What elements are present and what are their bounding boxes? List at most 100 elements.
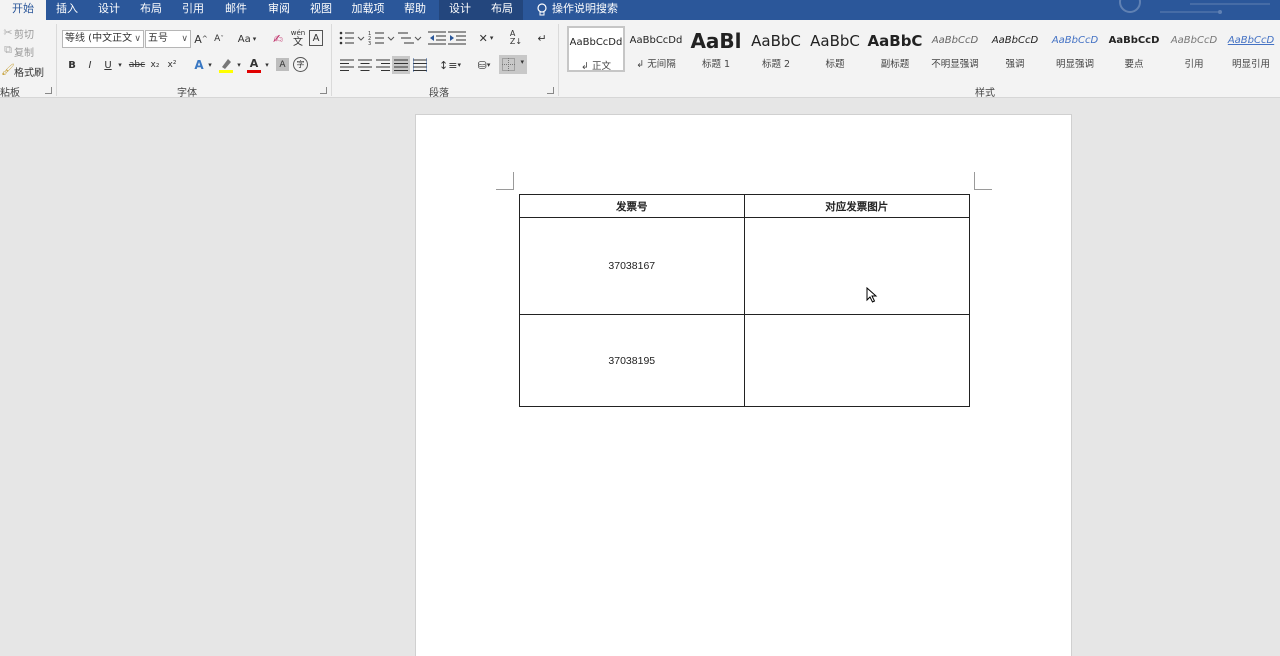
paragraph-launcher-icon[interactable] bbox=[547, 87, 554, 94]
group-separator bbox=[331, 24, 332, 96]
style-intense-quote[interactable]: AaBbCcD 明显引用 bbox=[1224, 26, 1278, 72]
character-border-icon: A bbox=[312, 32, 320, 44]
style-normal[interactable]: AaBbCcDd ↲ 正文 bbox=[567, 26, 625, 72]
style-name: 明显引用 bbox=[1231, 59, 1270, 70]
tab-view[interactable]: 视图 bbox=[301, 0, 341, 20]
italic-button[interactable]: I bbox=[84, 57, 96, 73]
invoice-table: 发票号 对应发票图片 37038167 37038195 bbox=[519, 194, 971, 407]
enclose-characters-icon: 字 bbox=[296, 60, 305, 69]
style-title[interactable]: AaBbC 标题 bbox=[806, 26, 864, 72]
underline-dropdown-icon[interactable]: ▾ bbox=[116, 57, 124, 73]
style-name: ↲ 无间隔 bbox=[636, 59, 676, 70]
justify-button[interactable] bbox=[392, 56, 410, 74]
style-sample: AaBbCcDd bbox=[629, 35, 683, 46]
style-no-spacing[interactable]: AaBbCcDd ↲ 无间隔 bbox=[627, 26, 685, 72]
align-right-icon[interactable] bbox=[376, 58, 390, 72]
superscript-button[interactable]: x² bbox=[165, 57, 179, 73]
clear-formatting-icon[interactable]: ✍ bbox=[270, 30, 286, 48]
shading-icon[interactable]: ⛁ ▾ bbox=[472, 57, 496, 73]
bold-button[interactable]: B bbox=[66, 57, 78, 73]
chevron-down-icon: ∨ bbox=[134, 34, 141, 44]
paragraph-group-label: 段落 bbox=[429, 88, 449, 99]
text-effects-icon: A bbox=[194, 58, 204, 72]
style-strong[interactable]: AaBbCcD 要点 bbox=[1105, 26, 1163, 72]
copy-button[interactable]: 复制 bbox=[14, 44, 34, 59]
borders-button[interactable]: ▾ bbox=[499, 55, 527, 74]
line-spacing-icon[interactable]: ↕≡ ▾ bbox=[438, 57, 462, 73]
tab-mailings[interactable]: 邮件 bbox=[216, 0, 256, 20]
style-intense-emphasis[interactable]: AaBbCcD 明显强调 bbox=[1046, 26, 1104, 72]
sort-icon[interactable]: A Z↓ bbox=[508, 28, 524, 48]
increase-indent-icon[interactable] bbox=[448, 30, 466, 46]
clipboard-launcher-icon[interactable] bbox=[45, 87, 52, 94]
font-group-label: 字体 bbox=[177, 88, 197, 99]
header-invoice-number[interactable]: 发票号 bbox=[519, 194, 745, 218]
invoice-image-cell[interactable] bbox=[743, 217, 971, 315]
invoice-number-cell[interactable]: 37038195 bbox=[519, 314, 745, 407]
tab-addins[interactable]: 加载项 bbox=[344, 0, 392, 20]
cut-button[interactable]: 剪切 bbox=[14, 26, 34, 41]
tab-review[interactable]: 审阅 bbox=[259, 0, 299, 20]
tab-table-design[interactable]: 设计 bbox=[439, 0, 481, 20]
font-size-combo[interactable]: 五号 ∨ bbox=[145, 30, 191, 48]
subscript-button[interactable]: x₂ bbox=[148, 57, 162, 73]
tab-layout[interactable]: 布局 bbox=[132, 0, 170, 20]
underline-button[interactable]: U bbox=[102, 57, 114, 73]
format-painter-button[interactable]: 格式刷 bbox=[14, 64, 44, 79]
ribbon-decoration-icon bbox=[1119, 0, 1270, 14]
chevron-down-icon: ∨ bbox=[181, 34, 188, 44]
style-subtitle[interactable]: AaBbC 副标题 bbox=[866, 26, 924, 72]
character-shading-button[interactable]: A bbox=[276, 58, 289, 71]
align-left-icon[interactable] bbox=[340, 58, 354, 72]
strikethrough-button[interactable]: abc bbox=[128, 57, 146, 73]
character-border-button[interactable]: A bbox=[309, 30, 323, 46]
tell-me-search[interactable]: 操作说明搜索 bbox=[552, 0, 624, 20]
shrink-font-button[interactable]: Aˇ bbox=[212, 30, 226, 48]
enclose-characters-button[interactable]: 字 bbox=[293, 57, 308, 72]
numbering-icon[interactable]: 123 bbox=[368, 30, 396, 46]
tab-references[interactable]: 引用 bbox=[174, 0, 212, 20]
chinese-layout-icon[interactable]: ✕ ▾ bbox=[474, 30, 498, 46]
svg-text:3: 3 bbox=[368, 41, 371, 46]
font-launcher-icon[interactable] bbox=[320, 87, 327, 94]
header-invoice-image[interactable]: 对应发票图片 bbox=[743, 194, 971, 218]
style-emphasis[interactable]: AaBbCcD 强调 bbox=[986, 26, 1044, 72]
scissors-icon: ✂ bbox=[3, 25, 13, 39]
borders-icon bbox=[502, 58, 515, 71]
style-sample: AaBbCcD bbox=[931, 35, 979, 46]
borders-dropdown-icon: ▾ bbox=[520, 58, 524, 66]
grow-font-button[interactable]: A ^ bbox=[194, 30, 208, 48]
character-shading-icon: A bbox=[279, 59, 286, 70]
change-case-button[interactable]: Aa ▾ bbox=[235, 30, 259, 48]
distributed-icon[interactable] bbox=[413, 58, 427, 72]
invoice-image-cell[interactable] bbox=[743, 314, 971, 407]
text-effects-button[interactable]: A bbox=[192, 56, 206, 74]
ribbon-tab-bar: 开始 插入 设计 布局 引用 邮件 审阅 视图 加载项 帮助 设计 布局 操作说… bbox=[0, 0, 1280, 20]
align-center-icon[interactable] bbox=[358, 58, 372, 72]
style-sample: AaBbCcD bbox=[991, 35, 1039, 46]
highlight-button[interactable] bbox=[218, 56, 234, 74]
decrease-indent-icon[interactable] bbox=[428, 30, 446, 46]
style-quote[interactable]: AaBbCcD 引用 bbox=[1165, 26, 1223, 72]
multilevel-list-icon[interactable] bbox=[396, 30, 422, 46]
style-name: 强调 bbox=[1005, 59, 1025, 70]
style-subtle-emphasis[interactable]: AaBbCcD 不明显强调 bbox=[926, 26, 984, 72]
text-effects-dropdown-icon[interactable]: ▾ bbox=[206, 57, 214, 73]
show-marks-icon[interactable]: ↵ bbox=[536, 30, 548, 46]
tab-help[interactable]: 帮助 bbox=[395, 0, 435, 20]
font-name-combo[interactable]: 等线 (中文正文 ∨ bbox=[62, 30, 144, 48]
style-heading-1[interactable]: AaBl 标题 1 bbox=[687, 26, 745, 72]
bullets-icon[interactable] bbox=[338, 30, 366, 46]
highlight-dropdown-icon[interactable]: ▾ bbox=[235, 57, 243, 73]
tab-table-layout[interactable]: 布局 bbox=[481, 0, 523, 20]
style-heading-2[interactable]: AaBbC 标题 2 bbox=[747, 26, 805, 72]
tab-design[interactable]: 设计 bbox=[90, 0, 128, 20]
tab-home[interactable]: 开始 bbox=[0, 0, 46, 20]
invoice-number-cell[interactable]: 37038167 bbox=[519, 217, 745, 315]
phonetic-guide-button[interactable]: wén 文 bbox=[290, 28, 306, 48]
style-name: 明显强调 bbox=[1055, 59, 1094, 70]
font-color-dropdown-icon[interactable]: ▾ bbox=[263, 57, 271, 73]
font-color-button[interactable]: A bbox=[246, 56, 262, 74]
document-page[interactable]: 发票号 对应发票图片 37038167 37038195 bbox=[415, 114, 1072, 656]
tab-insert[interactable]: 插入 bbox=[48, 0, 86, 20]
